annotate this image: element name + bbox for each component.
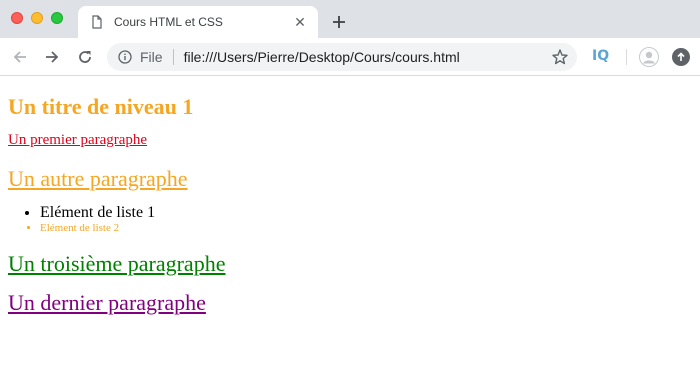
window-controls [11,12,63,24]
paragraph-first: Un premier paragraphe [8,131,692,149]
paragraph-third-link[interactable]: Un troisième paragraphe [8,251,225,276]
omnibox-divider [172,49,174,65]
paragraph-last: Un dernier paragraphe [8,290,692,316]
new-tab-button[interactable] [328,11,350,33]
back-icon [13,51,26,63]
plus-icon [333,16,345,28]
forward-icon [46,51,59,63]
avatar-icon [639,47,659,67]
reload-button[interactable] [75,47,95,67]
minimize-window-button[interactable] [31,12,43,24]
update-button[interactable] [672,48,690,66]
page-heading: Un titre de niveau 1 [8,94,194,119]
paragraph-last-link[interactable]: Un dernier paragraphe [8,290,206,315]
close-window-button[interactable] [11,12,23,24]
browser-toolbar: File file:///Users/Pierre/Desktop/Cours/… [0,38,700,76]
maximize-window-button[interactable] [51,12,63,24]
title-bar: Cours HTML et CSS ✕ [0,0,700,38]
document-icon [90,15,104,29]
paragraph-second: Un autre paragraphe [8,166,692,192]
page-content: Un titre de niveau 1 Un premier paragrap… [0,95,700,316]
bullet-list: Elément de liste 1 Elément de liste 2 [8,204,692,235]
tab-close-icon[interactable]: ✕ [292,14,308,30]
address-bar[interactable]: File file:///Users/Pierre/Desktop/Cours/… [107,43,577,71]
paragraph-first-link[interactable]: Un premier paragraphe [8,132,147,148]
profile-button[interactable] [639,47,659,67]
toolbar-divider [626,49,627,65]
list-item: Elément de liste 2 [40,222,692,235]
tab-title: Cours HTML et CSS [114,15,223,29]
forward-button[interactable] [42,47,62,67]
reload-icon [79,51,91,63]
info-icon[interactable] [118,50,132,64]
update-icon [677,52,685,61]
url-text[interactable]: file:///Users/Pierre/Desktop/Cours/cours… [184,49,551,65]
scheme-label: File [140,49,163,65]
back-button[interactable] [10,47,30,67]
list-item: Elément de liste 1 [40,204,692,222]
paragraph-second-link[interactable]: Un autre paragraphe [8,166,188,191]
iq-extension-button[interactable]: IQ [592,48,609,64]
paragraph-third: Un troisième paragraphe [8,251,692,277]
star-icon[interactable] [551,48,569,66]
browser-tab[interactable]: Cours HTML et CSS ✕ [78,6,318,38]
